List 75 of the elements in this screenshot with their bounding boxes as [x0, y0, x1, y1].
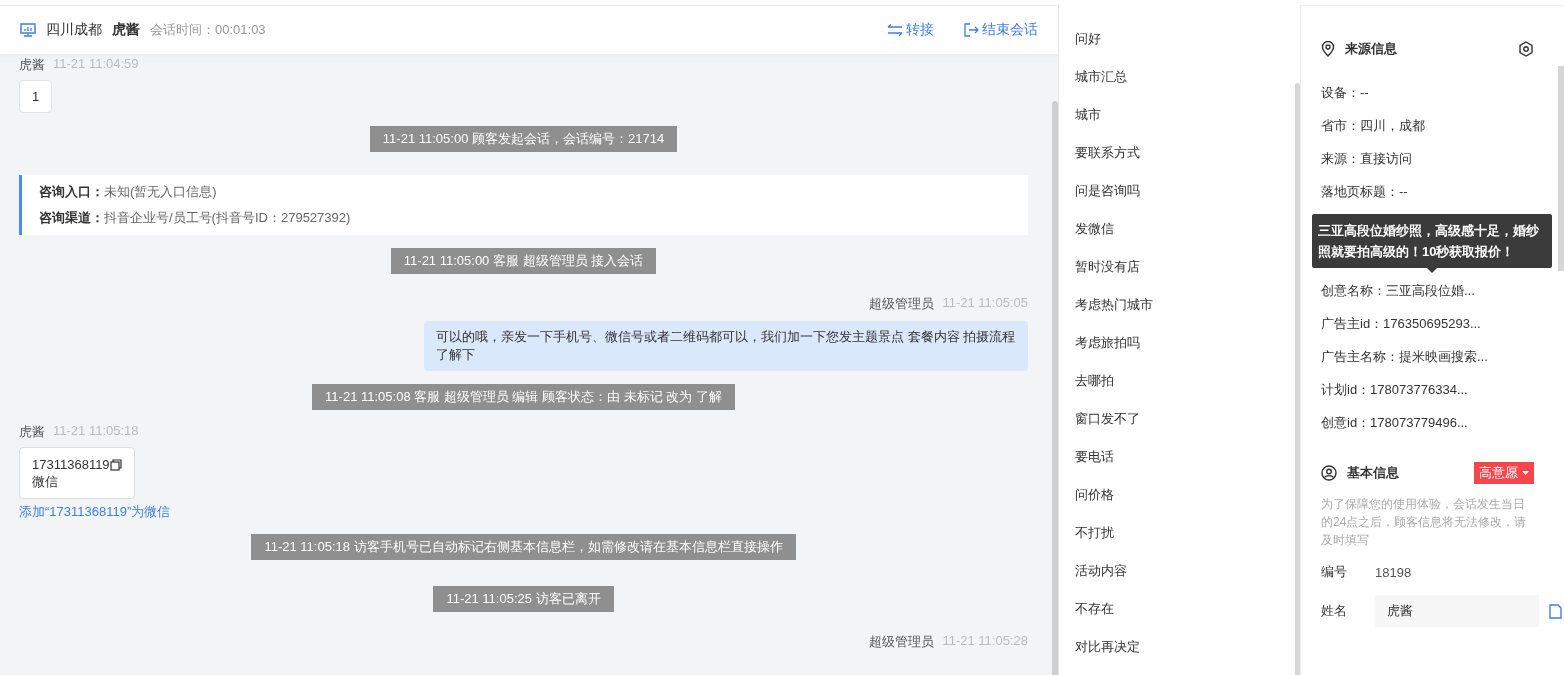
quick-reply-item[interactable]: 活动内容 [1059, 559, 1290, 597]
sender-name: 超级管理员 [869, 295, 935, 313]
source-field: 落地页标题：-- [1321, 175, 1534, 208]
source-field: 创意id：178073779496... [1321, 406, 1534, 439]
transfer-button[interactable]: 转接 [887, 21, 934, 39]
copy-icon[interactable] [109, 458, 122, 471]
system-notice: 11-21 11:05:08 客服 超级管理员 编辑 顾客状态：由 未标记 改为 了解 [312, 384, 735, 410]
info-note: 为了保障您的使用体验，会话发生当日的24点之后，顾客信息将无法修改，请及时填写 [1321, 496, 1528, 549]
quick-reply-item[interactable]: 问好 [1059, 27, 1290, 65]
message-bubble: 可以的哦，亲发一下手机号、微信号或者二维码都可以，我们加一下您发主题景点 套餐内容 拍摄流程了解下 [424, 321, 1028, 371]
scrollbar[interactable] [1052, 101, 1058, 675]
monitor-icon [20, 23, 36, 37]
info-label: 咨询入口： [39, 184, 104, 199]
field-label: 姓名 [1321, 602, 1348, 620]
source-field: 设备：-- [1321, 76, 1534, 109]
quick-reply-item[interactable]: 城市 [1059, 103, 1290, 141]
quick-reply-item[interactable]: 城市汇总 [1059, 65, 1290, 103]
message-bubble: 1 [19, 80, 53, 113]
add-wechat-link[interactable]: 添加“17311368119”为微信 [19, 503, 171, 521]
info-value: 抖音企业号/员工号(抖音号ID：279527392) [104, 210, 351, 225]
quick-reply-item[interactable]: 要联系方式 [1059, 141, 1290, 179]
visitor-location: 四川成都 [46, 21, 102, 39]
tooltip: 三亚高段位婚纱照，高级感十足，婚纱照就要拍高级的！10秒获取报价！ [1312, 214, 1552, 268]
document-icon[interactable] [1549, 603, 1562, 619]
quick-reply-item[interactable]: 发微信 [1059, 217, 1290, 255]
quick-reply-item[interactable]: 要电话 [1059, 445, 1290, 483]
source-field: 创意名称：三亚高段位婚... [1321, 274, 1534, 307]
user-circle-icon [1321, 465, 1337, 481]
source-field: 广告主名称：提米映画搜索... [1321, 340, 1534, 373]
swap-arrows-icon [887, 24, 903, 36]
quick-reply-item[interactable]: 暂时没有店 [1059, 255, 1290, 293]
location-pin-icon [1321, 41, 1335, 57]
source-field: 来源：直接访问 [1321, 142, 1534, 175]
quick-reply-item[interactable]: 考虑热门城市 [1059, 293, 1290, 331]
quick-reply-item[interactable]: 考虑旅拍吗 [1059, 331, 1290, 369]
message-time: 11-21 11:05:28 [942, 633, 1028, 650]
quick-reply-item[interactable]: 去哪拍 [1059, 369, 1290, 407]
quick-reply-item[interactable]: 问价格 [1059, 483, 1290, 521]
section-title: 基本信息 [1347, 464, 1399, 482]
source-field: 计划id：178073776334... [1321, 373, 1534, 406]
phone-number: 17311368119 [32, 456, 110, 473]
settings-icon[interactable] [1518, 41, 1534, 57]
section-title: 来源信息 [1345, 40, 1397, 58]
info-value: 未知(暂无入口信息) [104, 184, 217, 199]
caret-icon [1522, 471, 1529, 475]
source-field: 省市：四川，成都 [1321, 109, 1534, 142]
session-duration: 会话时间：00:01:03 [150, 21, 266, 39]
system-notice: 11-21 11:05:00 客服 超级管理员 接入会话 [390, 248, 657, 274]
name-input[interactable]: 虎酱 [1375, 595, 1539, 627]
sender-name: 虎酱 [19, 423, 45, 441]
info-label: 咨询渠道： [39, 210, 104, 225]
message-time: 11-21 11:04:59 [53, 56, 139, 73]
quick-reply-item[interactable]: 问是咨询吗 [1059, 179, 1290, 217]
exit-icon [964, 23, 979, 37]
message-time: 11-21 11:05:05 [942, 295, 1028, 312]
scrollbar[interactable] [1558, 66, 1564, 271]
tooltip-arrow-icon [1427, 268, 1437, 273]
system-notice: 11-21 11:05:18 访客手机号已自动标记右侧基本信息栏，如需修改请在基本信息栏直接操作 [251, 534, 796, 560]
quick-reply-item[interactable]: 对比再决定 [1059, 635, 1290, 673]
sender-name: 虎酱 [19, 56, 45, 74]
visitor-name: 虎酱 [112, 21, 140, 39]
system-notice: 11-21 11:05:25 访客已离开 [433, 586, 614, 612]
sender-name: 超级管理员 [869, 633, 935, 651]
intent-tag-dropdown[interactable]: 高意愿 [1474, 462, 1534, 484]
source-field: 广告主id：176350695293... [1321, 307, 1534, 340]
quick-reply-item[interactable]: 不打扰 [1059, 521, 1290, 559]
field-label: 编号 [1321, 563, 1348, 581]
field-value: 18198 [1375, 564, 1412, 580]
quick-reply-item[interactable]: 不存在 [1059, 597, 1290, 635]
contact-type: 微信 [32, 473, 59, 490]
quick-reply-item[interactable]: 窗口发不了 [1059, 407, 1290, 445]
system-notice: 11-21 11:05:00 顾客发起会话，会话编号：21714 [369, 126, 678, 152]
end-session-button[interactable]: 结束会话 [964, 21, 1038, 39]
scrollbar[interactable] [1295, 83, 1300, 675]
message-time: 11-21 11:05:18 [53, 423, 139, 440]
